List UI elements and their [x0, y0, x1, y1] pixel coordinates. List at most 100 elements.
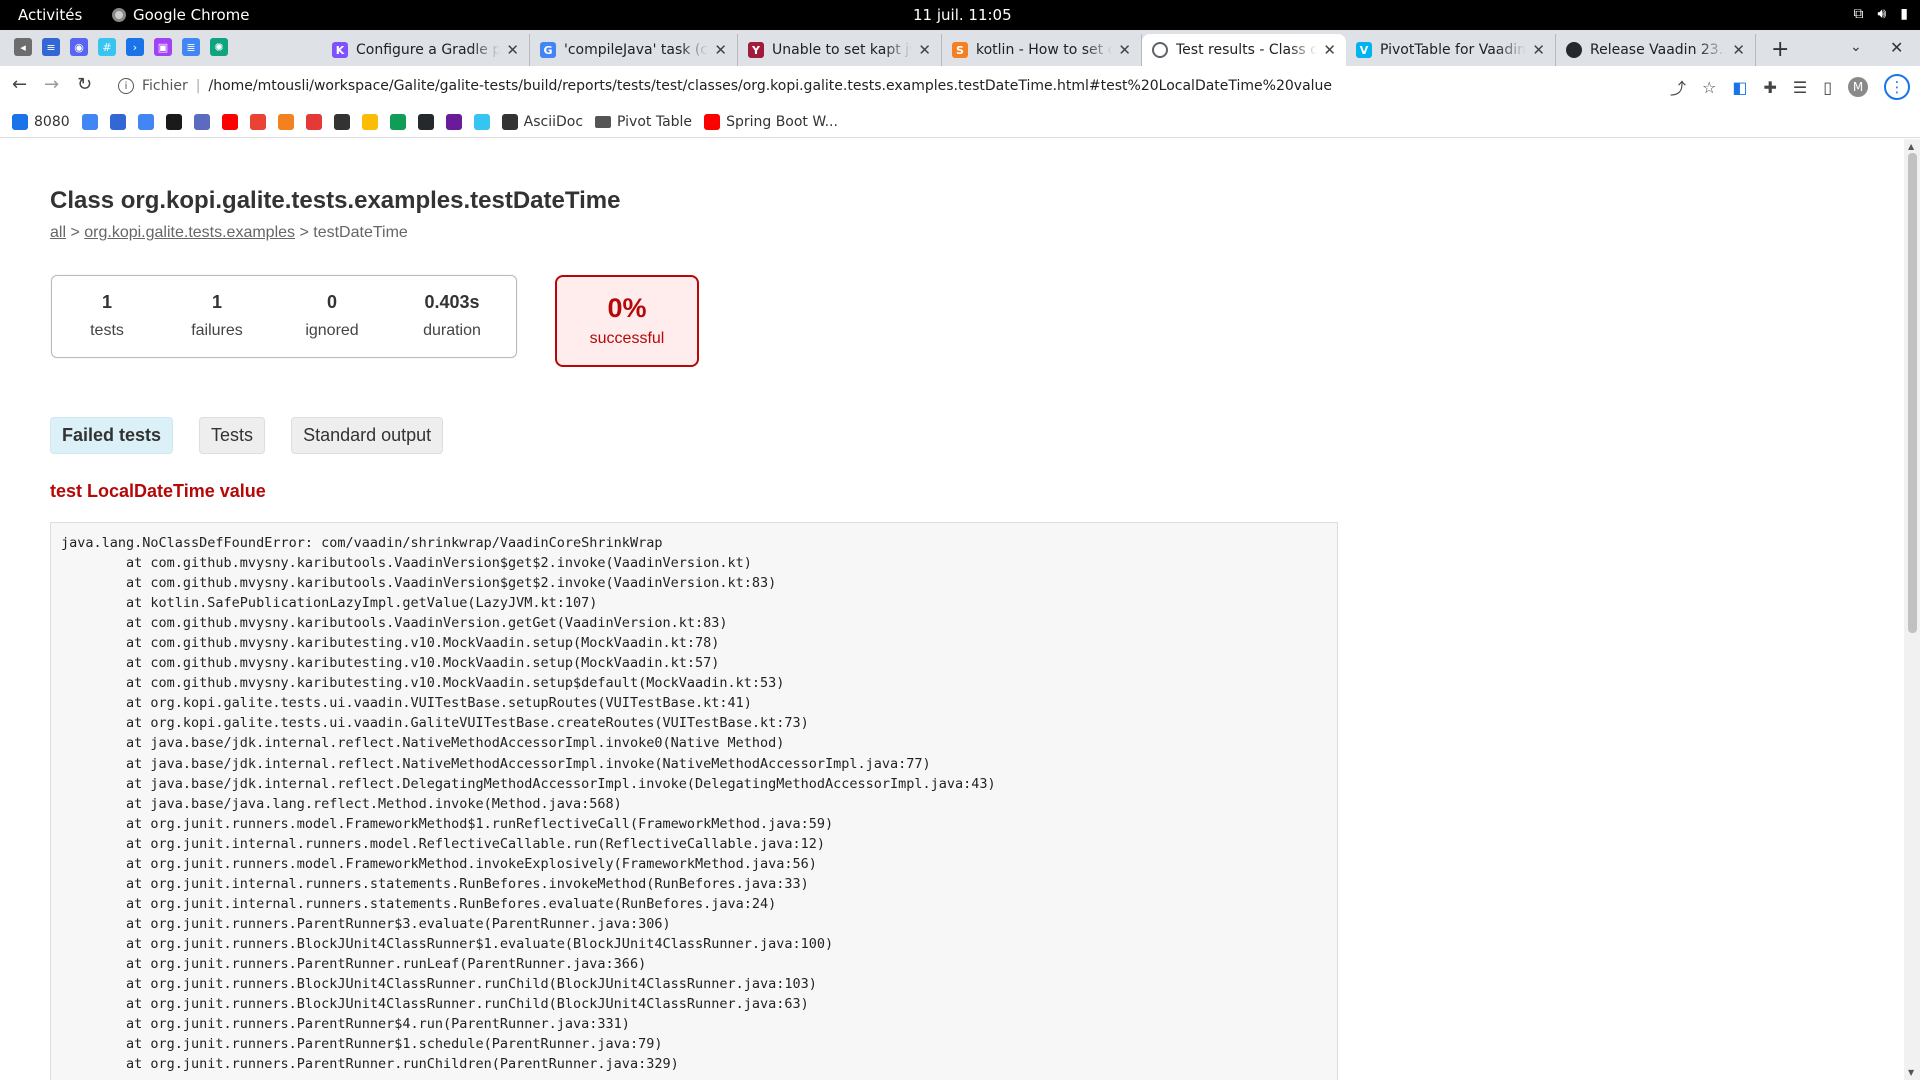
close-tab-icon[interactable]: ✕ [506, 41, 519, 59]
bookmark-bing[interactable] [445, 113, 462, 130]
bookmark-youtube[interactable] [221, 113, 238, 130]
tab-failed-tests[interactable]: Failed tests [50, 417, 174, 454]
bookmark-bbc[interactable] [165, 113, 182, 130]
stack-trace-line: at org.kopi.galite.tests.ui.vaadin.Galit… [61, 715, 809, 732]
extension-d-icon[interactable]: ◧ [1732, 78, 1747, 97]
pinned-tab-slack-icon[interactable]: # [98, 38, 116, 56]
pinned-tab-app-icon[interactable]: ≡ [42, 38, 60, 56]
pinned-tab-terminal-icon[interactable]: › [126, 38, 144, 56]
bookmark-folder[interactable]: Pivot Table [595, 114, 692, 130]
tab-stackoverflow[interactable]: S kotlin - How to set comp ✕ [942, 34, 1142, 66]
bookmark-star-icon[interactable]: ☆ [1702, 78, 1716, 97]
bookmark-label: 8080 [34, 113, 70, 130]
stack-trace-line: at org.junit.internal.runners.statements… [61, 895, 777, 912]
tab-vaadin-release[interactable]: Release Vaadin 23.3.0 ✕ [1556, 34, 1756, 66]
app-menu[interactable]: Google Chrome [112, 6, 250, 24]
bookmark-google[interactable] [81, 113, 98, 130]
browser-toolbar: ← → ↻ i Fichier | /home/mtousli/workspac… [0, 66, 1920, 106]
bookmark-puzzle[interactable] [277, 113, 294, 130]
tab-title: Release Vaadin 23.3.0 [1590, 42, 1726, 58]
activities-button[interactable]: Activités [18, 6, 82, 24]
stack-trace-line: at org.junit.runners.model.FrameworkMeth… [61, 855, 817, 872]
report-tabs: Failed tests Tests Standard output [50, 417, 444, 454]
google-favicon-icon: G [540, 42, 556, 58]
bookmark-gmail[interactable] [249, 113, 266, 130]
gmail-icon [249, 113, 266, 130]
back-button-icon[interactable]: ← [12, 74, 27, 95]
close-tab-icon[interactable]: ✕ [1118, 41, 1131, 59]
stack-trace-line: at org.junit.internal.runners.model.Refl… [61, 835, 826, 852]
success-rate-box: 0% successful [555, 275, 699, 367]
stack-trace-line: at org.junit.runners.BlockJUnit4ClassRun… [61, 996, 809, 1013]
close-tab-icon[interactable]: ✕ [714, 41, 727, 59]
tab-kapt[interactable]: Y Unable to set kapt jvm ✕ [738, 34, 942, 66]
pinned-tab-media-icon[interactable]: ◂ [14, 38, 32, 56]
battery-icon[interactable]: ▮ [1900, 6, 1908, 22]
new-tab-button[interactable]: + [1771, 37, 1789, 62]
tab-standard-output[interactable]: Standard output [291, 417, 444, 454]
tab-gradle[interactable]: K Configure a Gradle project ✕ [322, 34, 530, 66]
bookmark-docs[interactable] [109, 113, 126, 130]
clock[interactable]: 11 juil. 11:05 [913, 6, 1012, 24]
stack-trace-line: at org.junit.internal.runners.statements… [61, 875, 809, 892]
stack-trace-line: at com.github.mvysny.kaributools.VaadinV… [61, 555, 752, 572]
pinned-tab-chatgpt-icon[interactable]: ✺ [210, 38, 228, 56]
counter-value: 1 [211, 292, 222, 312]
scroll-down-icon[interactable]: ▼ [1908, 1068, 1914, 1077]
close-tab-icon[interactable]: ✕ [1732, 41, 1745, 59]
stack-trace-line: at org.junit.runners.BlockJUnit4ClassRun… [61, 976, 817, 993]
scroll-up-icon[interactable]: ▲ [1908, 142, 1914, 151]
share-icon[interactable]: ⤴ [1670, 75, 1686, 99]
close-tab-icon[interactable]: ✕ [918, 41, 931, 59]
tab-test-results[interactable]: Test results - Class org ✕ [1142, 34, 1346, 66]
tab-compilejava[interactable]: G 'compileJava' task (current ✕ [530, 34, 738, 66]
forward-button-icon[interactable]: → [44, 74, 59, 95]
pinned-tab-discord-icon[interactable]: ◉ [70, 38, 88, 56]
system-tray[interactable]: ⧉ 🔊︎ ▮ [1853, 6, 1908, 22]
stack-trace-line: at org.kopi.galite.tests.ui.vaadin.VUITe… [61, 695, 752, 712]
page-scrollbar[interactable]: ▲ ▼ [1904, 139, 1920, 1080]
bookmark-label: Spring Boot W... [726, 113, 838, 130]
bookmark-docs2[interactable] [137, 113, 154, 130]
kotlin-favicon-icon: K [332, 42, 348, 58]
network-icon[interactable]: ⧉ [1853, 6, 1863, 22]
counter-value: 0.403s [424, 292, 480, 312]
bookmark-terminal[interactable]: 8080 [12, 113, 70, 130]
bookmark-asciidoc[interactable]: AsciiDoc [501, 113, 583, 130]
profile-avatar[interactable]: M [1848, 77, 1868, 97]
bookmark-github[interactable] [417, 113, 434, 130]
tab-title: Unable to set kapt jvm [772, 42, 912, 58]
breadcrumb-all-link[interactable]: all [50, 224, 66, 241]
bookmark-calendar[interactable] [305, 113, 322, 130]
scrollbar-thumb[interactable] [1908, 153, 1917, 633]
pinned-tab-docs-icon[interactable]: ≣ [182, 38, 200, 56]
reading-list-icon[interactable]: ☰ [1793, 78, 1807, 97]
address-url[interactable]: /home/mtousli/workspace/Galite/galite-te… [208, 78, 1332, 94]
vaadin-favicon-icon: V [1356, 42, 1372, 58]
bookmark-wikipedia[interactable] [333, 113, 350, 130]
bookmark-drive[interactable] [361, 113, 378, 130]
address-bar[interactable]: i Fichier | /home/mtousli/workspace/Gali… [108, 69, 1668, 103]
chrome-menu-icon[interactable]: ⋮ [1884, 74, 1910, 100]
pinned-tab-twitch-icon[interactable]: ▣ [154, 38, 172, 56]
breadcrumb-package-link[interactable]: org.kopi.galite.tests.examples [84, 224, 295, 241]
bookmark-slack[interactable] [473, 113, 490, 130]
bookmark-circle[interactable] [193, 113, 210, 130]
youtrack-favicon-icon: Y [748, 42, 764, 58]
volume-icon[interactable]: 🔊︎ [1877, 6, 1886, 22]
site-info-icon[interactable]: i [118, 78, 134, 94]
stack-trace-line: java.lang.NoClassDefFoundError: com/vaad… [61, 535, 663, 551]
reload-button-icon[interactable]: ↻ [77, 74, 92, 95]
side-panel-icon[interactable]: ▯ [1823, 78, 1832, 97]
close-tab-icon[interactable]: ✕ [1323, 41, 1336, 59]
close-tab-icon[interactable]: ✕ [1532, 41, 1545, 59]
address-separator: | [195, 78, 201, 94]
tab-pivottable[interactable]: V PivotTable for Vaadin ✕ [1346, 34, 1556, 66]
bookmark-youtube2[interactable]: Spring Boot W... [704, 113, 838, 130]
tab-search-chevron-icon[interactable]: ⌄ [1850, 39, 1862, 55]
window-close-icon[interactable]: ✕ [1890, 38, 1903, 57]
bookmark-sheets[interactable] [389, 113, 406, 130]
pinned-tabs: ◂ ≡ ◉ # › ▣ ≣ ✺ [14, 38, 228, 56]
tab-tests[interactable]: Tests [199, 417, 266, 454]
extensions-puzzle-icon[interactable]: ✚ [1763, 78, 1776, 97]
